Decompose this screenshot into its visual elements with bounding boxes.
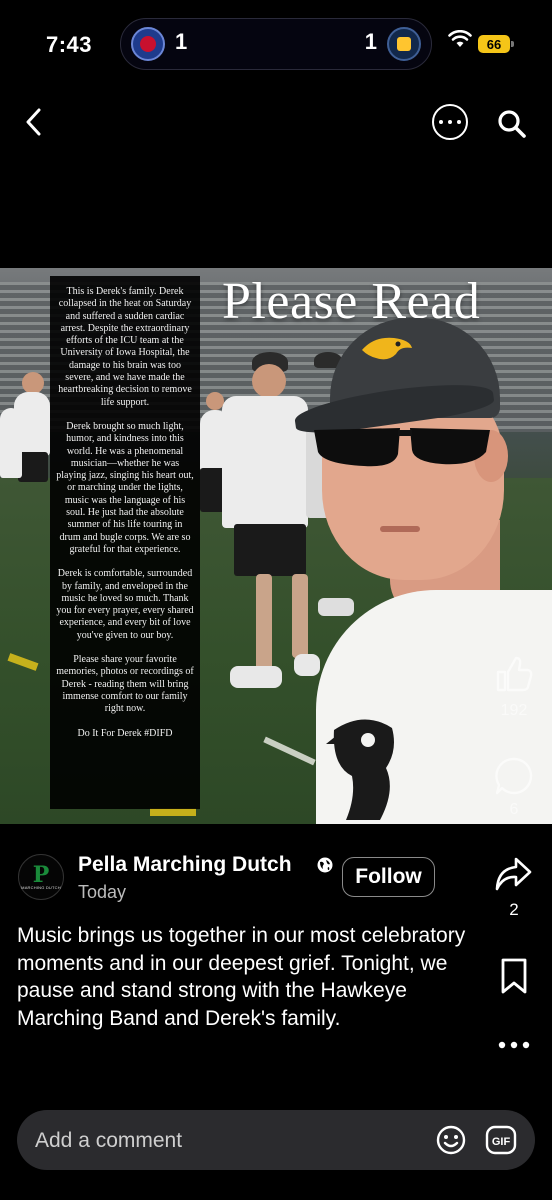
person-shirt — [0, 408, 22, 478]
author-name[interactable]: Pella Marching Dutch — [78, 853, 292, 877]
battery-tip — [511, 41, 514, 47]
gif-icon: GIF — [485, 1125, 517, 1155]
share-count: 2 — [509, 900, 519, 919]
more-options-button[interactable] — [432, 104, 468, 140]
search-button[interactable] — [492, 104, 532, 144]
post-menu-button[interactable] — [494, 1030, 534, 1060]
statement-paragraph: Please share your favorite memories, pho… — [56, 654, 194, 715]
comment-icon — [495, 757, 533, 795]
sunglasses-icon — [314, 428, 490, 467]
score-home: 1 — [175, 29, 188, 54]
more-icon — [439, 120, 443, 124]
bookmark-icon — [501, 958, 527, 994]
statement-paragraph: Derek is comfortable, surrounded by fami… — [56, 568, 194, 641]
globe-icon — [316, 856, 334, 879]
post-caption: Music brings us together in our most cel… — [17, 924, 466, 1030]
person-shorts — [18, 452, 48, 482]
comment-button[interactable] — [492, 754, 536, 798]
person-shoe — [294, 654, 320, 676]
back-button[interactable] — [14, 100, 54, 144]
follow-button[interactable]: Follow — [342, 857, 435, 897]
score-away: 1 — [364, 29, 377, 54]
cubs-logo-icon — [131, 27, 165, 61]
battery-icon: 66 — [478, 35, 510, 53]
save-button[interactable] — [494, 954, 534, 998]
share-button[interactable] — [490, 852, 536, 896]
like-count: 192 — [500, 702, 528, 719]
post-time: Today — [78, 882, 127, 902]
gif-button[interactable]: GIF — [485, 1124, 517, 1156]
person-head — [252, 364, 286, 398]
search-icon — [498, 110, 526, 138]
statement-signoff: Do It For Derek #DIFD — [77, 727, 173, 739]
person-shoe — [318, 598, 354, 616]
family-statement-panel: This is Derek's family. Derek collapsed … — [50, 276, 200, 809]
author-avatar[interactable]: P MARCHING DUTCH — [18, 854, 64, 900]
avatar-letter: P — [32, 861, 50, 888]
wifi-icon — [448, 29, 472, 53]
person-shirt — [222, 396, 308, 528]
emoji-button[interactable] — [435, 1124, 467, 1156]
person-shoe — [230, 666, 282, 688]
person-head — [22, 372, 44, 394]
back-icon — [26, 108, 41, 136]
comment-bar: GIF — [17, 1110, 535, 1172]
share-icon — [495, 857, 532, 891]
brewers-logo-icon — [387, 27, 421, 61]
hawk-cap-logo-icon — [362, 337, 412, 360]
status-time: 7:43 — [46, 32, 93, 57]
person-leg — [256, 574, 272, 670]
hawkeye-logo-icon — [326, 719, 394, 820]
field-marking — [150, 808, 196, 816]
person-leg — [292, 574, 308, 658]
emoji-icon — [436, 1125, 466, 1155]
post-image[interactable]: Please Read This is Derek's family. Dere… — [0, 268, 552, 824]
avatar-text: MARCHING DUTCH — [21, 884, 61, 890]
subject-mouth — [380, 526, 420, 532]
statement-paragraph: This is Derek's family. Derek collapsed … — [58, 286, 192, 408]
comment-count: 6 — [509, 801, 519, 818]
like-button[interactable] — [492, 652, 536, 696]
comment-input[interactable] — [33, 1110, 417, 1172]
gif-label: GIF — [492, 1136, 511, 1148]
thumbs-up-icon — [496, 656, 533, 692]
statement-paragraph: Derek brought so much light, humor, and … — [56, 420, 194, 555]
person-shorts — [234, 524, 306, 576]
live-activity-scoreboard[interactable]: 1 1 — [120, 18, 432, 70]
more-horizontal-icon — [498, 1041, 530, 1049]
